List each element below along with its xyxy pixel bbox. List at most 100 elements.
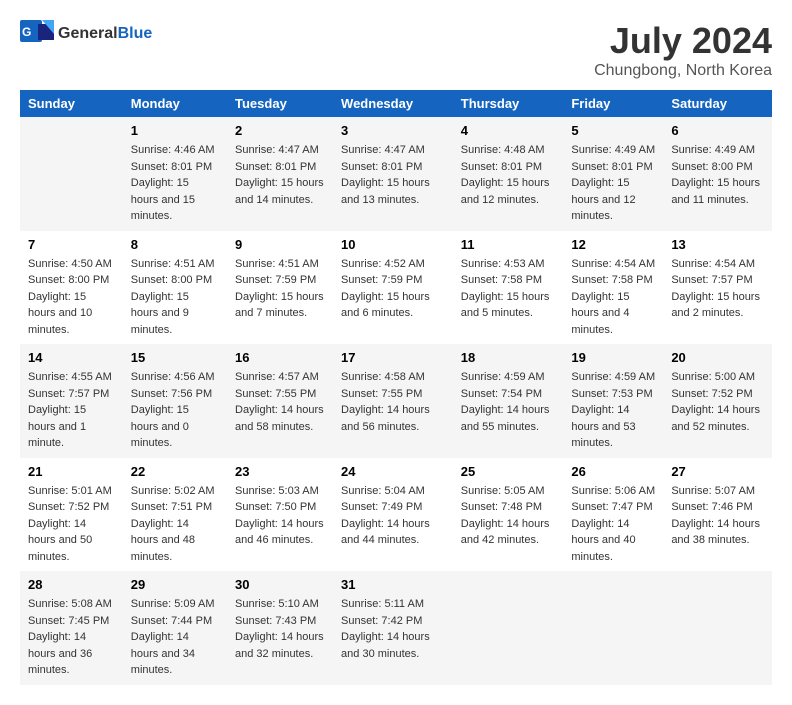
day-info: Sunrise: 4:59 AMSunset: 7:54 PMDaylight:… xyxy=(461,369,556,435)
svg-text:G: G xyxy=(22,25,31,39)
day-number: 12 xyxy=(571,237,655,252)
calendar-cell xyxy=(20,117,123,231)
calendar-week-row: 1Sunrise: 4:46 AMSunset: 8:01 PMDaylight… xyxy=(20,117,772,231)
calendar-cell: 26Sunrise: 5:06 AMSunset: 7:47 PMDayligh… xyxy=(563,458,663,572)
day-number: 23 xyxy=(235,464,325,479)
day-number: 10 xyxy=(341,237,445,252)
location: Chungbong, North Korea xyxy=(594,62,772,80)
day-number: 29 xyxy=(131,577,219,592)
day-number: 27 xyxy=(671,464,764,479)
calendar-cell: 5 Sunrise: 4:49 AMSunset: 8:01 PMDaylight… xyxy=(563,117,663,231)
day-number: 3 xyxy=(341,123,445,138)
day-number: 15 xyxy=(131,350,219,365)
day-info: Sunrise: 4:49 AMSunset: 8:01 PMDaylight:… xyxy=(571,142,655,225)
calendar-cell: 25Sunrise: 5:05 AMSunset: 7:48 PMDayligh… xyxy=(453,458,564,572)
day-number: 7 xyxy=(28,237,115,252)
day-info: Sunrise: 4:58 AMSunset: 7:55 PMDaylight:… xyxy=(341,369,445,435)
calendar-cell: 21 Sunrise: 5:01 AMSunset: 7:52 PMDayligh… xyxy=(20,458,123,572)
day-number: 1 xyxy=(131,123,219,138)
title-section: July 2024 Chungbong, North Korea xyxy=(594,20,772,80)
calendar-cell xyxy=(453,571,564,685)
day-info: Sunrise: 4:51 AMSunset: 7:59 PMDaylight:… xyxy=(235,256,325,322)
calendar-cell: 9 Sunrise: 4:51 AMSunset: 7:59 PMDaylight… xyxy=(227,231,333,345)
header-day-thursday: Thursday xyxy=(453,90,564,117)
day-number: 9 xyxy=(235,237,325,252)
calendar-week-row: 28 Sunrise: 5:08 AMSunset: 7:45 PMDayligh… xyxy=(20,571,772,685)
logo-general: General xyxy=(58,25,118,42)
calendar-cell: 19 Sunrise: 4:59 AMSunset: 7:53 PMDayligh… xyxy=(563,344,663,458)
day-info: Sunrise: 4:57 AMSunset: 7:55 PMDaylight:… xyxy=(235,369,325,435)
day-info: Sunrise: 4:47 AMSunset: 8:01 PMDaylight:… xyxy=(235,142,325,208)
day-info: Sunrise: 5:04 AMSunset: 7:49 PMDaylight:… xyxy=(341,483,445,549)
calendar-cell: 12 Sunrise: 4:54 AMSunset: 7:58 PMDayligh… xyxy=(563,231,663,345)
day-number: 11 xyxy=(461,237,556,252)
calendar-cell: 4 Sunrise: 4:48 AMSunset: 8:01 PMDaylight… xyxy=(453,117,564,231)
calendar-cell: 10Sunrise: 4:52 AMSunset: 7:59 PMDayligh… xyxy=(333,231,453,345)
calendar-week-row: 7 Sunrise: 4:50 AMSunset: 8:00 PMDaylight… xyxy=(20,231,772,345)
day-info: Sunrise: 4:54 AMSunset: 7:58 PMDaylight:… xyxy=(571,256,655,339)
day-number: 21 xyxy=(28,464,115,479)
day-number: 20 xyxy=(671,350,764,365)
day-number: 24 xyxy=(341,464,445,479)
day-number: 26 xyxy=(571,464,655,479)
day-info: Sunrise: 4:54 AMSunset: 7:57 PMDaylight:… xyxy=(671,256,764,322)
header-day-wednesday: Wednesday xyxy=(333,90,453,117)
day-info: Sunrise: 5:09 AMSunset: 7:44 PMDaylight:… xyxy=(131,596,219,679)
day-number: 5 xyxy=(571,123,655,138)
day-info: Sunrise: 4:50 AMSunset: 8:00 PMDaylight:… xyxy=(28,256,115,339)
day-info: Sunrise: 4:49 AMSunset: 8:00 PMDaylight:… xyxy=(671,142,764,208)
header-day-sunday: Sunday xyxy=(20,90,123,117)
day-info: Sunrise: 5:11 AMSunset: 7:42 PMDaylight:… xyxy=(341,596,445,662)
day-number: 19 xyxy=(571,350,655,365)
calendar-cell: 24 Sunrise: 5:04 AMSunset: 7:49 PMDayligh… xyxy=(333,458,453,572)
calendar-table: SundayMondayTuesdayWednesdayThursdayFrid… xyxy=(20,90,772,685)
day-info: Sunrise: 4:59 AMSunset: 7:53 PMDaylight:… xyxy=(571,369,655,452)
day-number: 17 xyxy=(341,350,445,365)
calendar-cell: 15Sunrise: 4:56 AMSunset: 7:56 PMDayligh… xyxy=(123,344,227,458)
calendar-cell: 31Sunrise: 5:11 AMSunset: 7:42 PMDayligh… xyxy=(333,571,453,685)
calendar-cell: 14 Sunrise: 4:55 AMSunset: 7:57 PMDayligh… xyxy=(20,344,123,458)
calendar-cell xyxy=(563,571,663,685)
day-info: Sunrise: 4:53 AMSunset: 7:58 PMDaylight:… xyxy=(461,256,556,322)
day-number: 4 xyxy=(461,123,556,138)
calendar-week-row: 14 Sunrise: 4:55 AMSunset: 7:57 PMDayligh… xyxy=(20,344,772,458)
month-year: July 2024 xyxy=(594,20,772,62)
calendar-cell: 11 Sunrise: 4:53 AMSunset: 7:58 PMDayligh… xyxy=(453,231,564,345)
day-number: 13 xyxy=(671,237,764,252)
calendar-cell: 22 Sunrise: 5:02 AMSunset: 7:51 PMDayligh… xyxy=(123,458,227,572)
calendar-cell: 7 Sunrise: 4:50 AMSunset: 8:00 PMDaylight… xyxy=(20,231,123,345)
day-info: Sunrise: 5:08 AMSunset: 7:45 PMDaylight:… xyxy=(28,596,115,679)
day-number: 28 xyxy=(28,577,115,592)
calendar-cell: 3 Sunrise: 4:47 AMSunset: 8:01 PMDaylight… xyxy=(333,117,453,231)
calendar-cell xyxy=(663,571,772,685)
day-info: Sunrise: 5:01 AMSunset: 7:52 PMDaylight:… xyxy=(28,483,115,566)
calendar-cell: 8Sunrise: 4:51 AMSunset: 8:00 PMDaylight… xyxy=(123,231,227,345)
day-info: Sunrise: 4:51 AMSunset: 8:00 PMDaylight:… xyxy=(131,256,219,339)
calendar-cell: 2 Sunrise: 4:47 AMSunset: 8:01 PMDaylight… xyxy=(227,117,333,231)
calendar-cell: 16Sunrise: 4:57 AMSunset: 7:55 PMDayligh… xyxy=(227,344,333,458)
day-info: Sunrise: 5:10 AMSunset: 7:43 PMDaylight:… xyxy=(235,596,325,662)
day-info: Sunrise: 5:00 AMSunset: 7:52 PMDaylight:… xyxy=(671,369,764,435)
header-day-monday: Monday xyxy=(123,90,227,117)
calendar-cell: 13 Sunrise: 4:54 AMSunset: 7:57 PMDayligh… xyxy=(663,231,772,345)
calendar-cell: 28 Sunrise: 5:08 AMSunset: 7:45 PMDayligh… xyxy=(20,571,123,685)
calendar-cell: 29 Sunrise: 5:09 AMSunset: 7:44 PMDayligh… xyxy=(123,571,227,685)
calendar-cell: 27Sunrise: 5:07 AMSunset: 7:46 PMDayligh… xyxy=(663,458,772,572)
logo-blue: Blue xyxy=(118,25,153,42)
header-day-tuesday: Tuesday xyxy=(227,90,333,117)
calendar-cell: 18Sunrise: 4:59 AMSunset: 7:54 PMDayligh… xyxy=(453,344,564,458)
calendar-cell: 1Sunrise: 4:46 AMSunset: 8:01 PMDaylight… xyxy=(123,117,227,231)
day-info: Sunrise: 4:55 AMSunset: 7:57 PMDaylight:… xyxy=(28,369,115,452)
calendar-cell: 6Sunrise: 4:49 AMSunset: 8:00 PMDaylight… xyxy=(663,117,772,231)
header-day-friday: Friday xyxy=(563,90,663,117)
calendar-cell: 30 Sunrise: 5:10 AMSunset: 7:43 PMDayligh… xyxy=(227,571,333,685)
day-info: Sunrise: 5:03 AMSunset: 7:50 PMDaylight:… xyxy=(235,483,325,549)
day-info: Sunrise: 4:47 AMSunset: 8:01 PMDaylight:… xyxy=(341,142,445,208)
day-number: 14 xyxy=(28,350,115,365)
day-info: Sunrise: 4:48 AMSunset: 8:01 PMDaylight:… xyxy=(461,142,556,208)
day-number: 30 xyxy=(235,577,325,592)
day-number: 2 xyxy=(235,123,325,138)
day-number: 22 xyxy=(131,464,219,479)
logo-icon: G xyxy=(20,20,54,48)
day-info: Sunrise: 5:02 AMSunset: 7:51 PMDaylight:… xyxy=(131,483,219,566)
